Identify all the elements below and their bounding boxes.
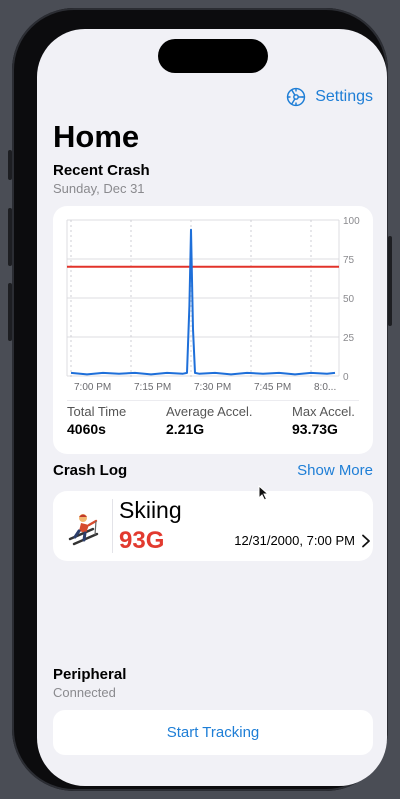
chart-series-line [70,228,336,376]
chart-y-tick-label: 50 [343,294,355,305]
skier-icon [68,514,99,546]
recent-crash-title: Recent Crash [53,162,150,179]
settings-label: Settings [315,88,373,105]
phone-frame: Settings Home Recent Crash Sunday, Dec 3… [8,8,392,791]
stat-average-accel: Average Accel. 2.21G [166,404,252,437]
chart-y-tick-label: 75 [343,255,355,266]
page-title: Home [53,119,140,154]
crash-log-entry[interactable]: Skiing 93G 12/31/2000, 7:00 PM [53,491,373,561]
side-button-volume-down [8,283,12,341]
recent-crash-date: Sunday, Dec 31 [53,181,145,196]
crash-log-title: Crash Log [53,462,128,479]
side-button-action [8,150,12,180]
side-button-volume-up [8,208,12,266]
chart-x-tick-label: 7:15 PM [134,382,171,393]
recent-crash-card[interactable]: 0 25 50 75 100 7:00 PM 7:15 PM 7:30 PM 7:45 PM 8:… [53,206,373,454]
stat-total-time: Total Time 4060s [67,404,126,437]
side-button-power [388,236,392,326]
entry-g-force: 93G [119,527,165,554]
stat-value: 2.21G [166,421,205,437]
entry-activity: Skiing [119,497,182,523]
stat-max-accel: Max Accel. 93.73G [292,404,355,437]
show-more-link[interactable]: Show More [297,462,373,479]
gear-icon [285,86,307,108]
stat-label: Average Accel. [166,404,253,419]
stats-divider [67,400,359,401]
chart-y-tick-label: 25 [343,333,355,344]
chart-x-tick-label: 7:00 PM [74,382,111,393]
stat-value: 93.73G [292,421,338,437]
entry-divider [112,499,113,553]
crash-stats: Total Time 4060s Average Accel. 2.21G Ma… [53,404,373,444]
settings-button[interactable]: Settings [285,85,373,109]
chart-y-tick-label: 100 [343,216,360,227]
chart-x-tick-label: 7:30 PM [194,382,231,393]
chart-y-tick-label: 0 [343,372,349,383]
chart-x-tick-label: 8:0... [314,382,336,393]
app-screen: Settings Home Recent Crash Sunday, Dec 3… [37,29,387,786]
stat-label: Max Accel. [292,404,355,419]
stat-value: 4060s [67,421,106,437]
stat-label: Total Time [67,404,127,419]
start-tracking-button[interactable]: Start Tracking [53,710,373,755]
peripheral-status: Connected [53,685,116,700]
entry-datetime: 12/31/2000, 7:00 PM [234,533,355,548]
mouse-cursor-icon [258,485,270,501]
chart-x-tick-label: 7:45 PM [254,382,291,393]
chevron-right-icon [362,534,370,548]
dynamic-island [158,39,268,73]
peripheral-title: Peripheral [53,666,127,683]
crash-chart: 0 25 50 75 100 7:00 PM 7:15 PM 7:30 PM 7:45 PM 8:… [66,216,360,393]
